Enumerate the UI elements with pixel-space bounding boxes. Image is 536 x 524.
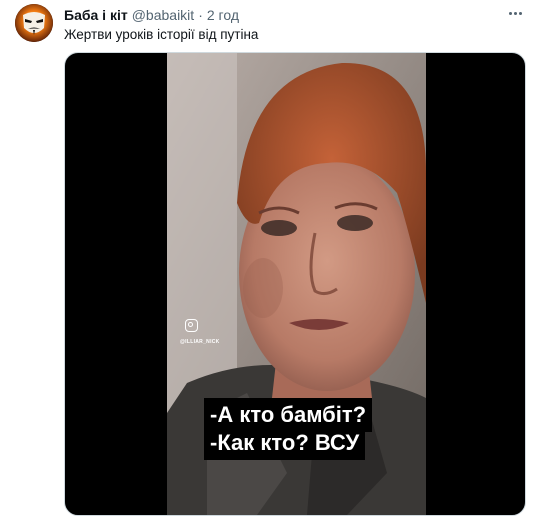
mask-avatar-graphic bbox=[15, 4, 53, 42]
caption-line-2: -Как кто? ВСУ bbox=[204, 426, 366, 460]
video-media[interactable]: @ILLIAR_NICK -А кто бамбіт? -Как кто? ВС… bbox=[64, 52, 526, 516]
display-name[interactable]: Баба і кіт bbox=[64, 6, 128, 24]
avatar-masked-face-icon[interactable] bbox=[15, 4, 53, 42]
separator-dot: · bbox=[198, 7, 203, 23]
user-handle[interactable]: @babaikit bbox=[132, 6, 194, 24]
tweet-header: Баба і кіт @babaikit · 2 год bbox=[64, 6, 496, 24]
tweet-text: Жертви уроків історії від путіна bbox=[64, 27, 259, 42]
tweet[interactable]: Баба і кіт @babaikit · 2 год Жертви урок… bbox=[0, 0, 536, 524]
timestamp[interactable]: 2 год bbox=[207, 6, 239, 24]
watermark: @ILLIAR_NICK bbox=[180, 339, 220, 345]
instagram-icon bbox=[185, 319, 198, 332]
more-options-icon[interactable] bbox=[504, 4, 526, 22]
